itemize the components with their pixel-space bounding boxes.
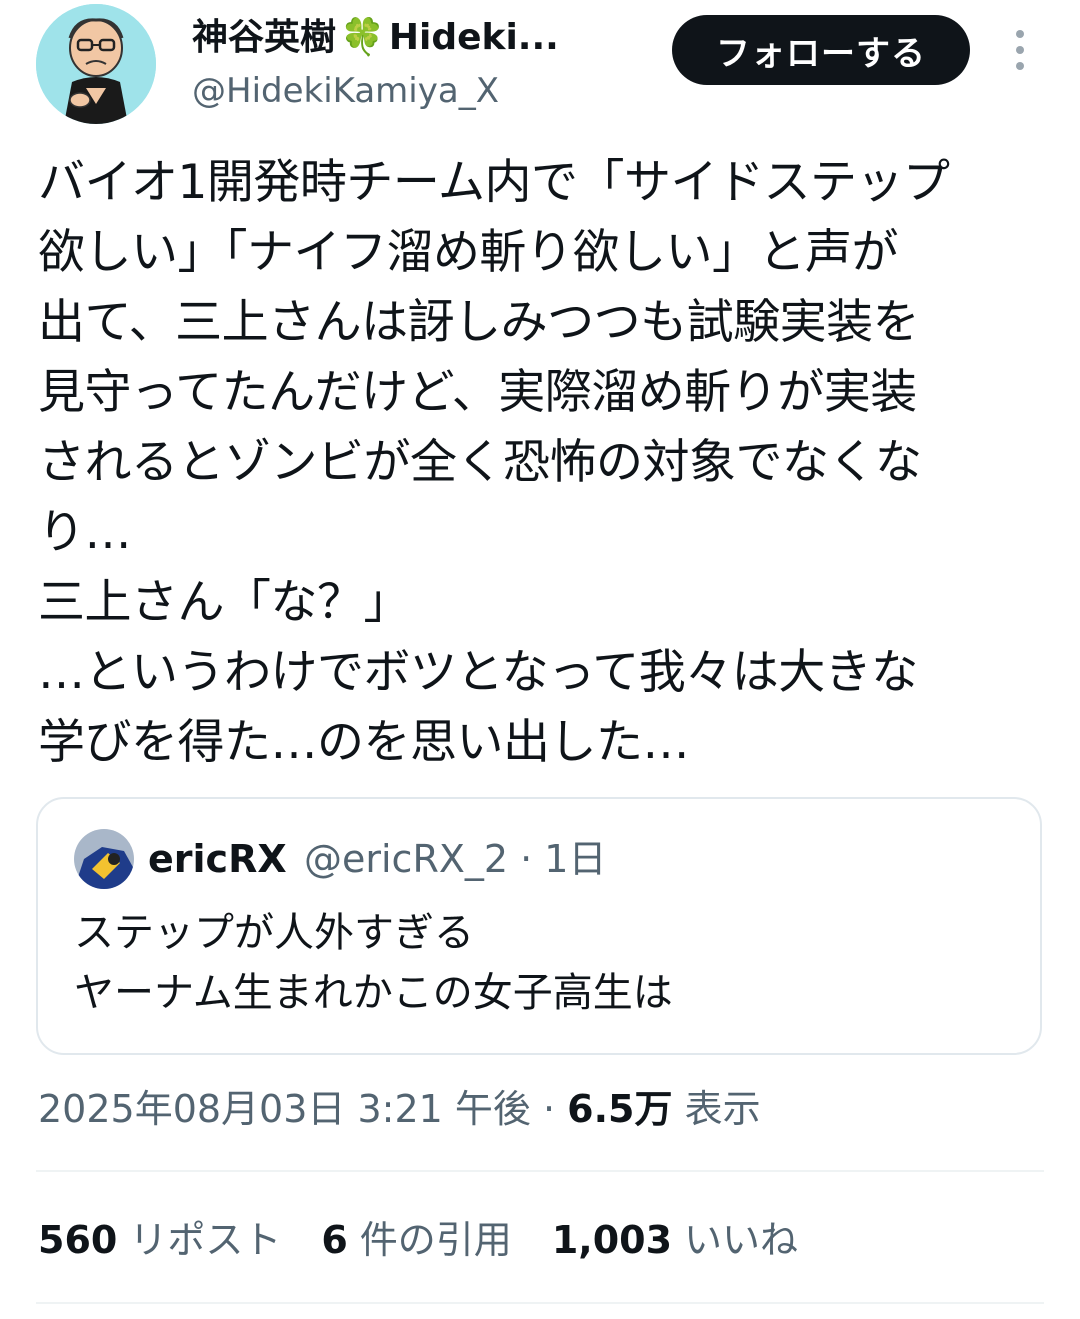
timestamp-row: 2025年08月03日 3:21 午後 · 6.5万 表示 bbox=[38, 1083, 761, 1135]
likes-count: 1,003 bbox=[551, 1218, 673, 1262]
quote-author-avatar[interactable] bbox=[74, 829, 134, 889]
clover-icon: 🍀 bbox=[340, 17, 385, 58]
views-count: 6.5万 bbox=[567, 1087, 673, 1131]
quotes-count: 6 bbox=[321, 1218, 348, 1262]
likes-stat[interactable]: 1,003 いいね bbox=[552, 1214, 798, 1266]
more-options-icon[interactable] bbox=[1008, 30, 1032, 70]
more-dot bbox=[1016, 30, 1024, 38]
quotes-stat[interactable]: 6 件の引用 bbox=[321, 1214, 511, 1266]
author-display-name-text: 神谷英樹 bbox=[192, 17, 337, 58]
author-display-name[interactable]: 神谷英樹 🍀 Hideki... bbox=[192, 14, 559, 62]
follow-button[interactable]: フォローする bbox=[672, 15, 970, 85]
reposts-stat[interactable]: 560 リポスト bbox=[38, 1214, 281, 1266]
author-handle[interactable]: @HidekiKamiya_X bbox=[192, 68, 499, 114]
author-avatar-illustration bbox=[36, 4, 156, 124]
more-dot bbox=[1016, 62, 1024, 70]
divider bbox=[36, 1170, 1044, 1172]
quote-avatar-illustration bbox=[74, 829, 134, 889]
views-label: 表示 bbox=[684, 1087, 761, 1131]
author-avatar[interactable] bbox=[36, 4, 156, 124]
timestamp[interactable]: 2025年08月03日 3:21 午後 · bbox=[38, 1087, 555, 1131]
quotes-label: 件の引用 bbox=[359, 1218, 512, 1262]
reposts-label: リポスト bbox=[129, 1218, 282, 1262]
author-display-name-suffix: Hideki... bbox=[388, 17, 559, 58]
quoted-tweet-card[interactable]: ericRX @ericRX_2 · 1日 ステップが人外すぎる ヤーナム生まれ… bbox=[36, 797, 1042, 1055]
divider bbox=[36, 1302, 1044, 1304]
quote-author-name: ericRX bbox=[148, 837, 287, 881]
quote-text: ステップが人外すぎる ヤーナム生まれかこの女子高生は bbox=[74, 910, 673, 1016]
more-dot bbox=[1016, 46, 1024, 54]
likes-label: いいね bbox=[684, 1218, 799, 1262]
tweet-text: バイオ1開発時チーム内で「サイドステップ 欲しい」「ナイフ溜め斬り欲しい」と声が… bbox=[38, 155, 950, 770]
reposts-count: 560 bbox=[38, 1218, 118, 1262]
quote-author-meta: @ericRX_2 · 1日 bbox=[304, 837, 607, 881]
engagement-stats: 560 リポスト 6 件の引用 1,003 いいね bbox=[38, 1214, 838, 1266]
